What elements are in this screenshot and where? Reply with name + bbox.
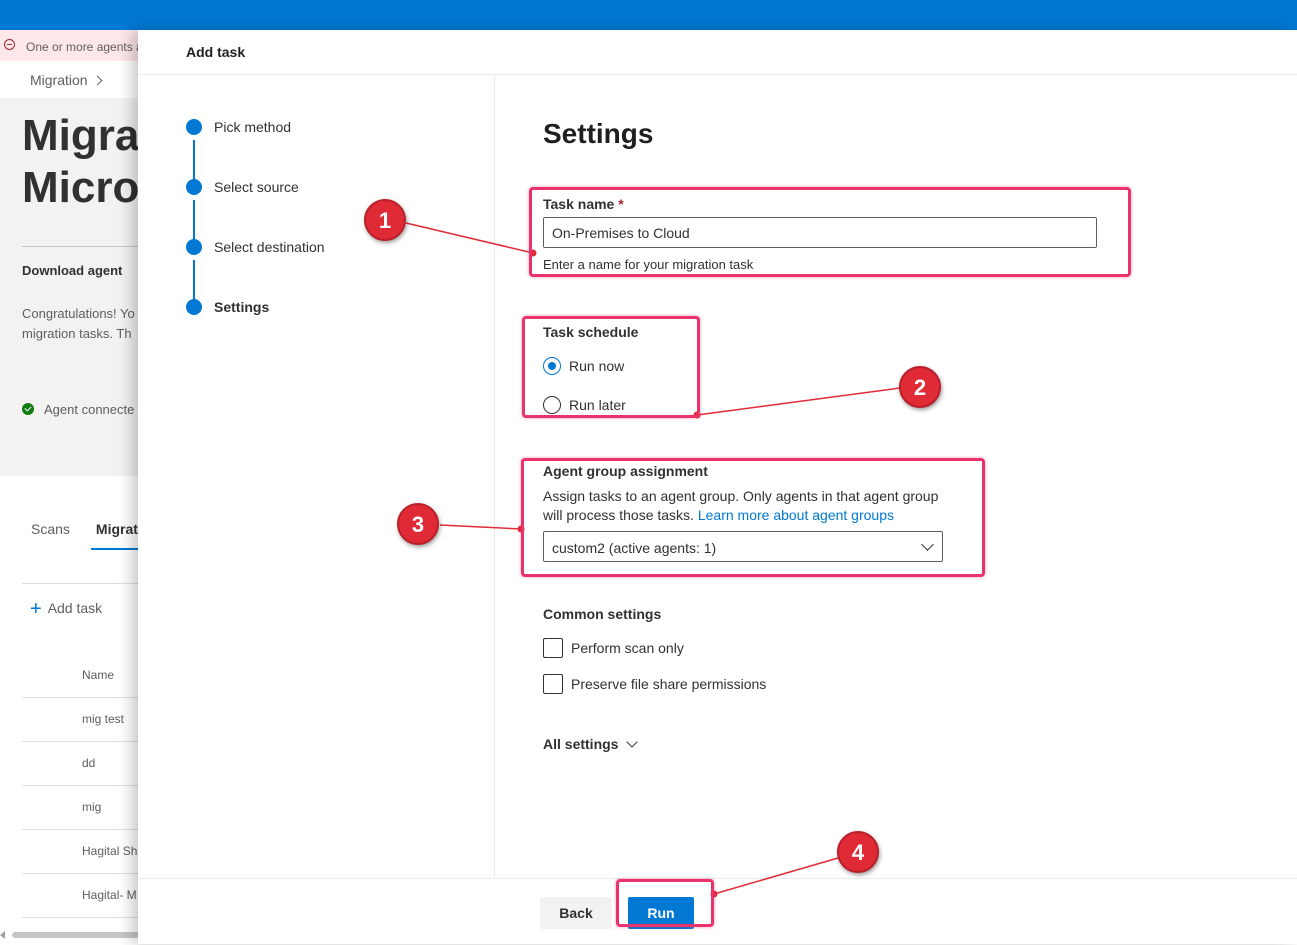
chevron-right-icon — [92, 75, 103, 86]
annotation-badge-4: 4 — [837, 831, 879, 873]
background-page: One or more agents a Migration Migra Mic… — [0, 30, 140, 944]
table-header[interactable]: Name — [22, 654, 140, 698]
step-dot — [186, 299, 202, 315]
step-dot — [186, 119, 202, 135]
wizard-steps: Pick method Select source Select destina… — [138, 74, 495, 878]
tab-migration[interactable]: Migrati — [96, 521, 140, 537]
highlight-task-name — [529, 187, 1131, 277]
scrollbar-thumb[interactable] — [12, 932, 140, 938]
highlight-run-button — [616, 879, 714, 927]
error-banner-text: One or more agents a — [26, 40, 140, 54]
chevron-down-icon — [626, 736, 639, 748]
step-dot — [186, 239, 202, 255]
annotation-badge-2: 2 — [899, 366, 941, 408]
settings-heading: Settings — [543, 118, 654, 149]
error-banner: One or more agents a — [0, 30, 140, 61]
scroll-left-icon[interactable] — [0, 931, 5, 939]
congrats-text: Congratulations! Yo migration tasks. Th — [22, 306, 135, 341]
step-connector — [193, 200, 195, 244]
top-bar — [0, 0, 1297, 30]
checkbox-icon[interactable] — [543, 638, 563, 658]
divider — [22, 246, 140, 247]
horizontal-scrollbar[interactable] — [0, 930, 140, 940]
table-row[interactable]: Hagital- M — [22, 874, 140, 918]
download-agent-heading: Download agent — [22, 263, 123, 278]
plus-icon: + — [30, 598, 42, 620]
add-task-button[interactable]: + Add task — [30, 598, 102, 621]
breadcrumb-migration[interactable]: Migration — [30, 72, 88, 88]
checkbox-icon[interactable] — [543, 674, 563, 694]
divider — [22, 583, 140, 584]
panel-footer: Back Run — [138, 878, 1297, 945]
agent-status: Agent connecte — [22, 402, 134, 417]
error-icon — [4, 39, 15, 50]
annotation-badge-3: 3 — [397, 503, 439, 545]
table-row[interactable]: mig — [22, 786, 140, 830]
step-dot — [186, 179, 202, 195]
task-table: Name mig test dd mig Hagital Sha Hagital… — [22, 654, 140, 918]
step-connector — [193, 260, 195, 304]
step-connector — [193, 140, 195, 184]
tabs: Scans Migrati — [31, 521, 140, 537]
highlight-agent-group — [521, 458, 985, 577]
panel-title: Add task — [186, 44, 246, 60]
all-settings-toggle[interactable]: All settings — [543, 736, 639, 752]
table-row[interactable]: mig test — [22, 698, 140, 742]
check-circle-icon — [22, 403, 34, 415]
tab-underline — [91, 548, 140, 550]
back-button[interactable]: Back — [540, 897, 612, 929]
breadcrumb[interactable]: Migration — [30, 72, 103, 88]
annotation-badge-1: 1 — [364, 199, 406, 241]
tab-scans[interactable]: Scans — [31, 521, 70, 537]
highlight-task-schedule — [522, 316, 700, 418]
page-title: Migra Micro — [22, 111, 140, 212]
common-settings-label: Common settings — [543, 606, 662, 622]
panel-header: Add task — [138, 30, 1297, 75]
table-row[interactable]: Hagital Sha — [22, 830, 140, 874]
table-row[interactable]: dd — [22, 742, 140, 786]
